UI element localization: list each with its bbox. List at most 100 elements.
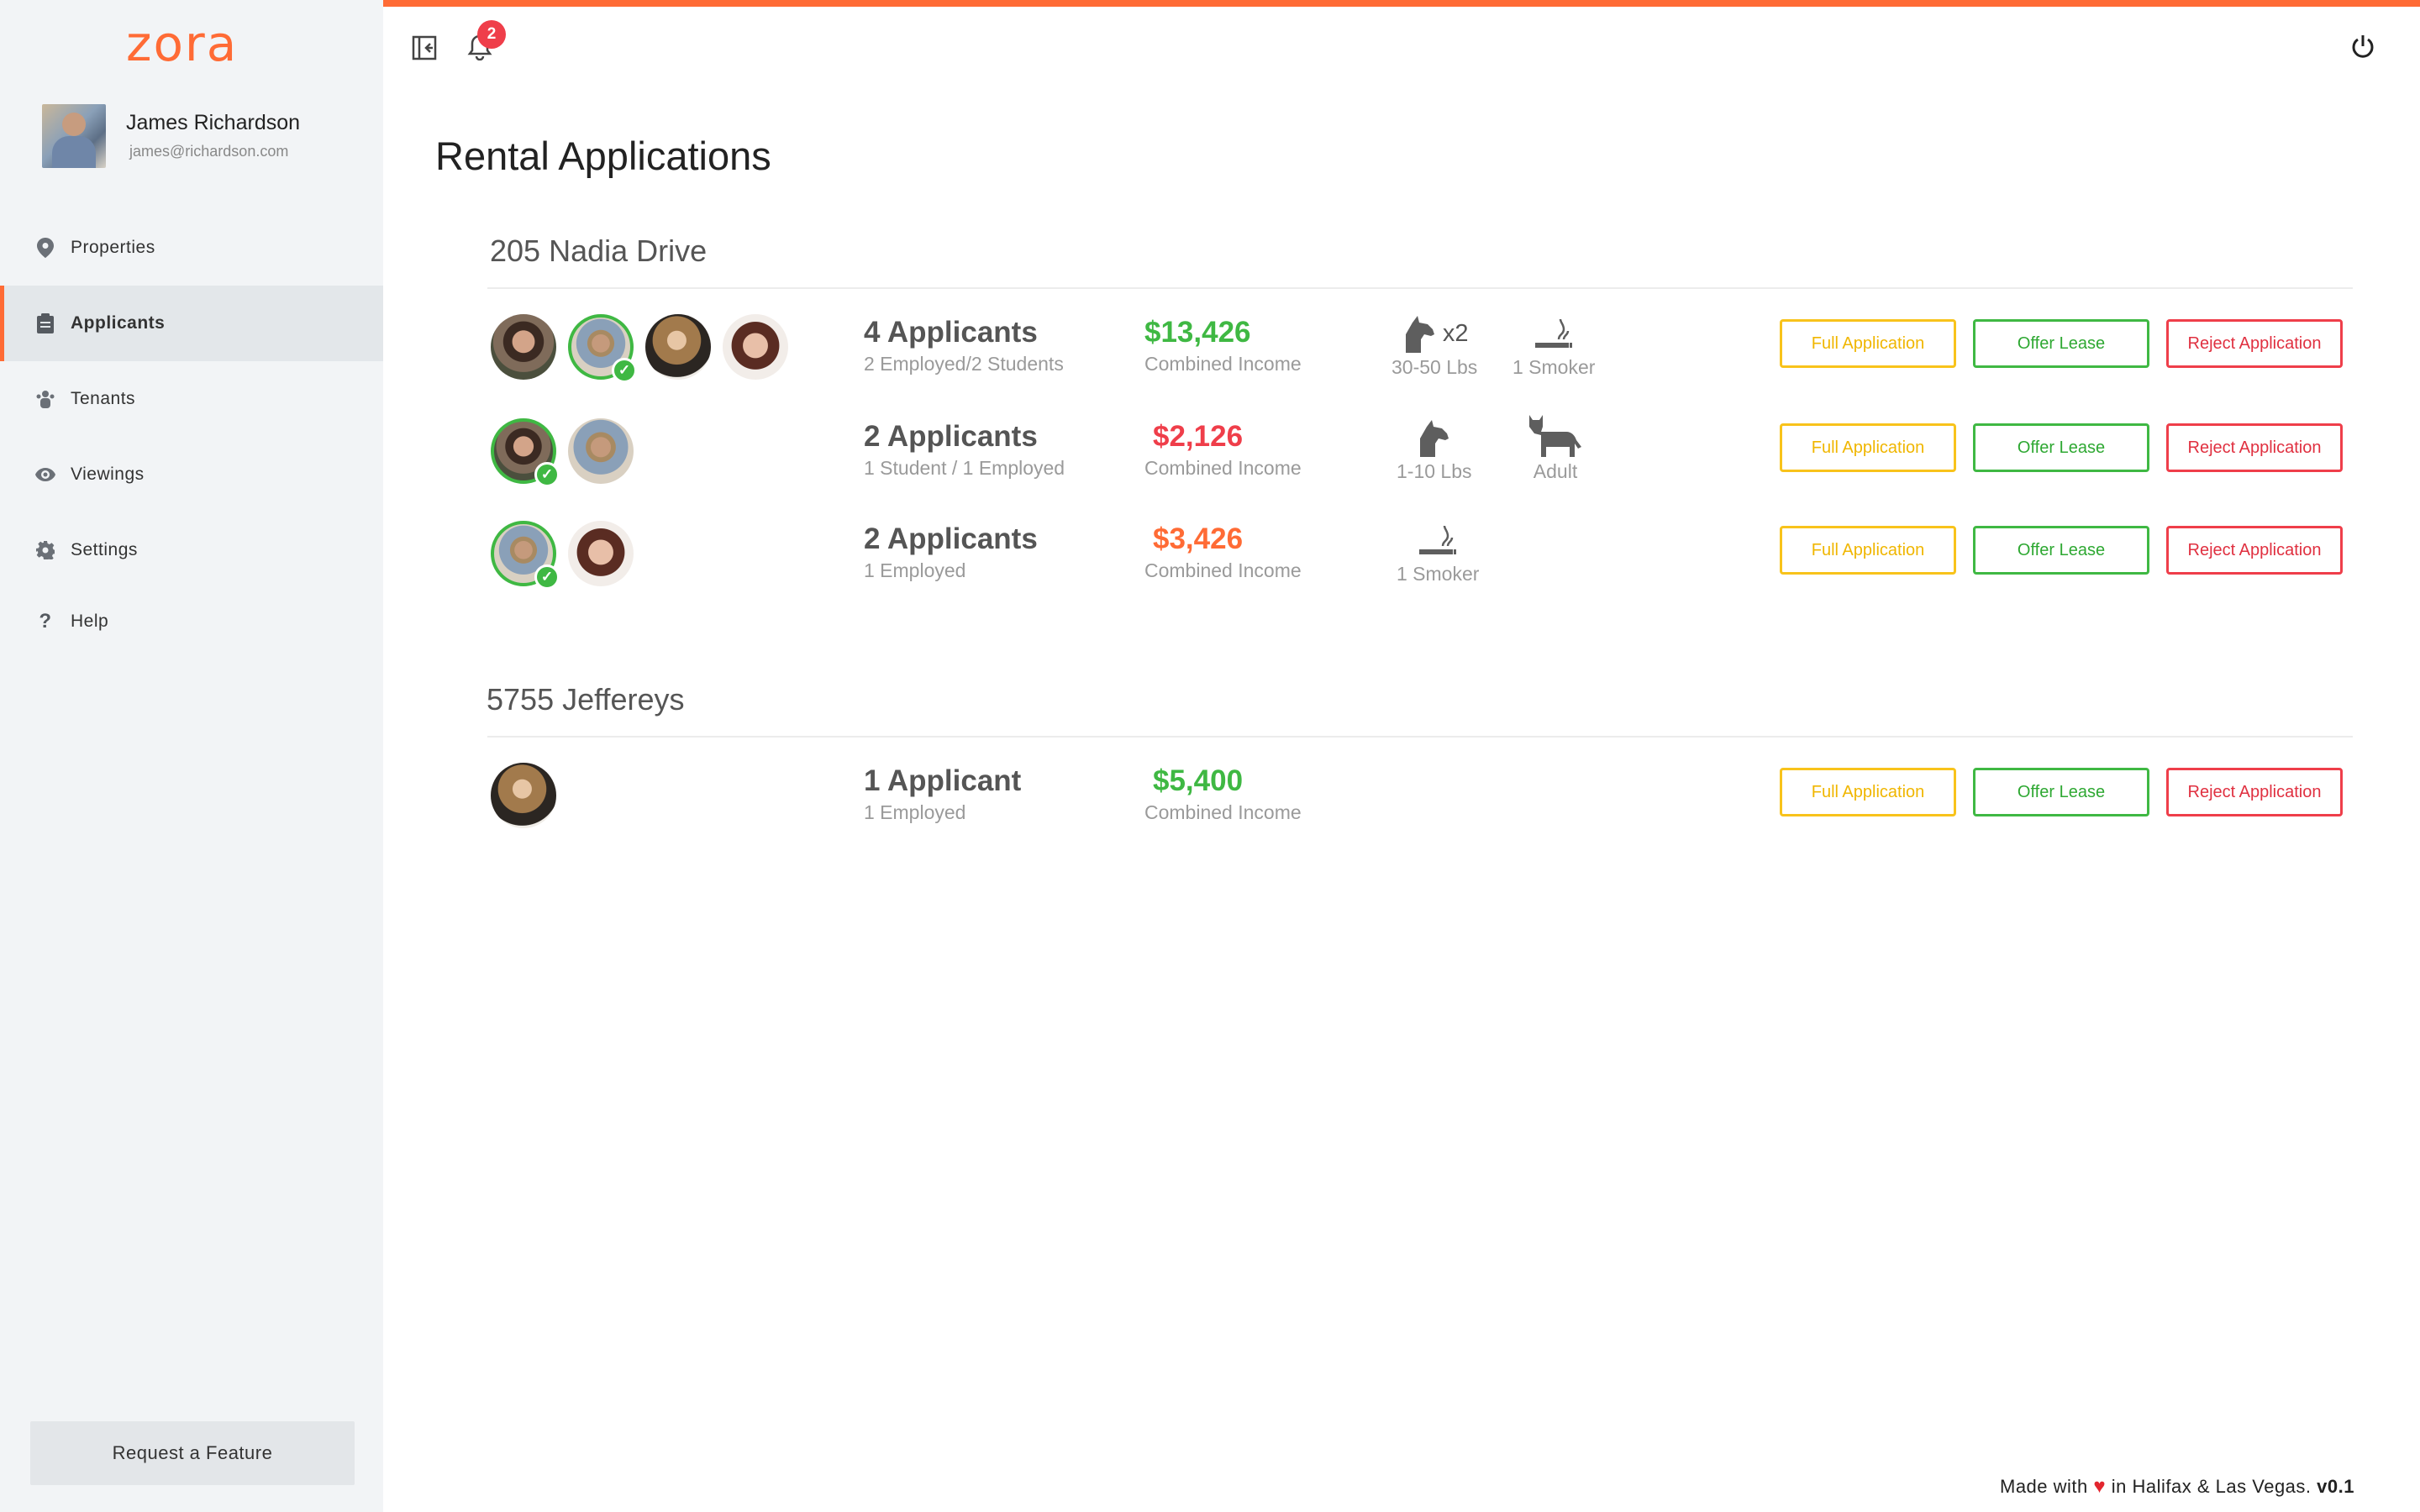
income-block: $5,400 Combined Income (1144, 764, 1302, 824)
application-row: 1 Applicant 1 Employed $5,400 Combined I… (487, 763, 2353, 865)
notification-badge[interactable]: 2 (477, 20, 506, 49)
reject-application-button[interactable]: Reject Application (2166, 423, 2343, 472)
cat-icon (1529, 415, 1581, 457)
income-label: Combined Income (1144, 457, 1302, 479)
footer-location: in Halifax & Las Vegas. (2111, 1476, 2312, 1497)
check-icon: ✓ (534, 462, 560, 487)
sidebar-item-label: Applicants (71, 313, 166, 333)
income-label: Combined Income (1144, 801, 1302, 823)
question-icon: ? (39, 610, 52, 633)
reject-application-button[interactable]: Reject Application (2166, 768, 2343, 816)
divider (487, 736, 2353, 738)
offer-lease-button[interactable]: Offer Lease (1973, 319, 2149, 368)
user-name: James Richardson (126, 111, 301, 134)
smoker-attribute: 1 Smoker (1397, 521, 1479, 585)
combined-income: $5,400 (1153, 764, 1244, 797)
avatar[interactable] (491, 314, 556, 380)
sidebar-item-settings[interactable]: Settings (0, 512, 383, 588)
applicant-count: 2 Applicants (864, 420, 1038, 453)
version-label: v0.1 (2317, 1476, 2354, 1497)
footer-credit: Made with ♥ in Halifax & Las Vegas. v0.1 (2000, 1475, 2354, 1499)
applicant-avatars: ✓ (491, 521, 645, 590)
avatar[interactable] (645, 314, 711, 380)
pet-label: Adult (1533, 460, 1578, 482)
property-section: 5755 Jeffereys 1 Applicant 1 Employed $5… (487, 682, 2353, 865)
applicant-count-block: 1 Applicant 1 Employed (864, 764, 1021, 824)
applicant-count-block: 4 Applicants 2 Employed/2 Students (864, 316, 1064, 375)
applicant-count: 4 Applicants (864, 316, 1038, 349)
check-icon: ✓ (534, 564, 560, 590)
sidebar-item-viewings[interactable]: Viewings (0, 437, 383, 512)
property-title: 5755 Jeffereys (487, 682, 685, 717)
footer-made-with: Made with (2000, 1476, 2088, 1497)
reject-application-button[interactable]: Reject Application (2166, 526, 2343, 575)
dog-icon (1419, 420, 1449, 457)
request-feature-button[interactable]: Request a Feature (30, 1421, 355, 1485)
applicant-detail: 1 Employed (864, 801, 966, 823)
full-application-button[interactable]: Full Application (1780, 768, 1956, 816)
combined-income: $3,426 (1153, 522, 1244, 555)
sidebar-item-help[interactable]: ? Help (0, 588, 383, 655)
avatar[interactable] (723, 314, 788, 380)
sidebar-item-label: Properties (71, 238, 155, 257)
applicant-detail: 1 Student / 1 Employed (864, 457, 1065, 479)
pet-multiplier: x2 (1442, 320, 1469, 347)
sidebar-item-properties[interactable]: Properties (0, 210, 383, 286)
sidebar-item-tenants[interactable]: Tenants (0, 361, 383, 437)
offer-lease-button[interactable]: Offer Lease (1973, 768, 2149, 816)
sidebar-item-label: Settings (71, 540, 138, 559)
applicant-count: 2 Applicants (864, 522, 1038, 555)
smoker-attribute: 1 Smoker (1512, 314, 1595, 379)
reject-application-button[interactable]: Reject Application (2166, 319, 2343, 368)
divider (487, 287, 2353, 289)
check-icon: ✓ (612, 358, 637, 383)
full-application-button[interactable]: Full Application (1780, 423, 1956, 472)
offer-lease-button[interactable]: Offer Lease (1973, 526, 2149, 575)
income-block: $3,426 Combined Income (1144, 522, 1302, 582)
combined-income: $13,426 (1144, 316, 1251, 349)
avatar[interactable] (568, 418, 634, 484)
avatar[interactable] (568, 521, 634, 586)
applicant-count-block: 2 Applicants 1 Employed (864, 522, 1038, 582)
sidebar: zora James Richardson james@richardson.c… (0, 0, 383, 1512)
pet-attribute: x2 30-50 Lbs (1392, 314, 1477, 379)
clipboard-icon (35, 313, 55, 333)
combined-income: $2,126 (1153, 420, 1244, 453)
applicant-count: 1 Applicant (864, 764, 1022, 797)
income-label: Combined Income (1144, 559, 1302, 581)
accent-bar (383, 0, 2420, 7)
smoking-icon (1419, 526, 1457, 554)
sidebar-nav: Properties Applicants Tenants Viewings S… (0, 210, 383, 655)
full-application-button[interactable]: Full Application (1780, 319, 1956, 368)
pet-attribute: Adult (1528, 415, 1583, 483)
smoker-label: 1 Smoker (1512, 356, 1596, 378)
full-application-button[interactable]: Full Application (1780, 526, 1956, 575)
heart-icon: ♥ (2093, 1475, 2107, 1498)
user-email: james@richardson.com (129, 143, 289, 160)
applicant-avatars: ✓ (491, 314, 800, 383)
gear-icon (35, 540, 55, 560)
sidebar-item-label: Tenants (71, 389, 136, 408)
avatar[interactable] (491, 763, 556, 828)
applicant-count-block: 2 Applicants 1 Student / 1 Employed (864, 420, 1065, 480)
applicant-detail: 2 Employed/2 Students (864, 353, 1064, 375)
user-avatar (42, 104, 106, 168)
offer-lease-button[interactable]: Offer Lease (1973, 423, 2149, 472)
sidebar-item-label: Viewings (71, 465, 145, 484)
property-section: 205 Nadia Drive ✓ 4 Applicants 2 Employe… (487, 234, 2353, 623)
eye-icon (35, 465, 55, 485)
applicant-avatars: ✓ (491, 418, 645, 487)
map-pin-icon (35, 238, 55, 258)
application-row: ✓ 2 Applicants 1 Employed $3,426 Combine… (487, 521, 2353, 623)
collapse-sidebar-icon[interactable] (412, 35, 437, 60)
smoker-label: 1 Smoker (1397, 563, 1480, 585)
zora-logo[interactable]: zora (126, 15, 238, 72)
application-row: ✓ 4 Applicants 2 Employed/2 Students $13… (487, 314, 2353, 418)
applicant-avatars (491, 763, 568, 828)
page-title: Rental Applications (435, 134, 771, 178)
income-block: $13,426 Combined Income (1144, 316, 1302, 375)
power-icon[interactable] (2349, 34, 2376, 60)
sidebar-item-label: Help (71, 612, 109, 631)
application-row: ✓ 2 Applicants 1 Student / 1 Employed $2… (487, 415, 2353, 521)
sidebar-item-applicants[interactable]: Applicants (0, 286, 383, 361)
